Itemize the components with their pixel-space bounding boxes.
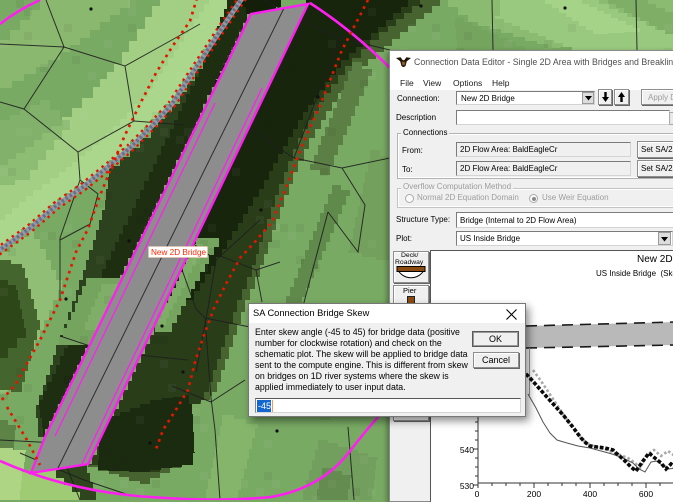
svg-text:400: 400 — [583, 489, 597, 499]
svg-text:530: 530 — [460, 481, 474, 491]
svg-text:600: 600 — [639, 489, 653, 499]
svg-text:New 2D Bridge: New 2D Bridge — [151, 248, 207, 257]
svg-text:0: 0 — [475, 489, 480, 499]
svg-text:200: 200 — [527, 489, 541, 499]
svg-text:540: 540 — [460, 445, 474, 455]
